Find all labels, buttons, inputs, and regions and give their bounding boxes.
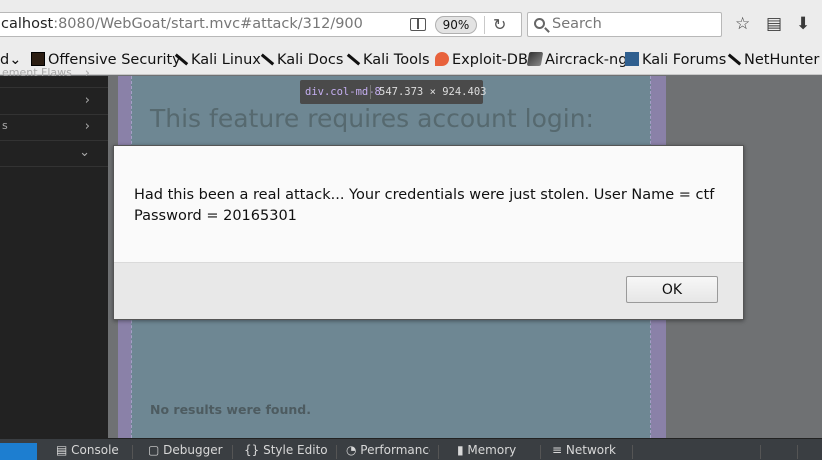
alert-dialog: Had this been a real attack... Your cred… bbox=[113, 145, 744, 320]
search-placeholder: Search bbox=[552, 16, 602, 32]
exploit-db-icon bbox=[435, 52, 449, 66]
lesson-sidebar: ement Flaws › › s › ⌄ bbox=[0, 66, 108, 438]
page-title: This feature requires account login: bbox=[150, 104, 594, 133]
devtools-tab-style-editor[interactable]: {} Style Editor bbox=[240, 443, 328, 460]
no-results-message: No results were found. bbox=[150, 402, 311, 417]
bookmark-aircrack-ng[interactable]: Aircrack-ng bbox=[526, 52, 627, 68]
zoom-level-badge[interactable]: 90% bbox=[435, 16, 477, 34]
search-icon bbox=[534, 18, 545, 29]
inspector-dimensions: 547.373 × 924.403 bbox=[379, 86, 487, 98]
devtools-tab-memory[interactable]: ▮ Memory bbox=[453, 443, 535, 460]
browser-navbar: calhost:8080/WebGoat/start.mvc#attack/31… bbox=[0, 0, 822, 48]
debugger-icon: ▢ bbox=[148, 443, 164, 457]
alert-message: Had this been a real attack... Your cred… bbox=[134, 187, 715, 224]
reading-list-icon[interactable]: ▤ bbox=[766, 15, 782, 33]
url-bar-divider bbox=[484, 16, 485, 34]
inspector-divider bbox=[370, 85, 371, 99]
alert-dialog-body: Had this been a real attack... Your cred… bbox=[114, 146, 743, 263]
bookmark-kali-tools[interactable]: Kali Tools bbox=[346, 52, 430, 68]
bookmark-star-icon[interactable]: ☆ bbox=[735, 15, 750, 33]
devtools-tab-performance[interactable]: ◔ Performance bbox=[342, 443, 430, 460]
devtools-divider bbox=[438, 445, 439, 459]
download-icon[interactable]: ⬇ bbox=[796, 15, 810, 33]
devtools-divider bbox=[540, 445, 541, 459]
console-icon: ▤ bbox=[56, 443, 72, 457]
devtools-divider bbox=[336, 445, 337, 459]
bookmark-exploit-db[interactable]: Exploit-DB bbox=[435, 52, 528, 68]
sidebar-item[interactable]: s › bbox=[0, 115, 108, 141]
aircrack-icon bbox=[526, 52, 544, 66]
devtools-divider bbox=[797, 445, 798, 459]
devtools-divider bbox=[760, 445, 761, 459]
bookmark-kali-forums[interactable]: Kali Forums bbox=[625, 52, 726, 68]
bookmark-kali-docs[interactable]: Kali Docs bbox=[260, 52, 343, 68]
inspector-tooltip: div.col-md-8 547.373 × 924.403 bbox=[300, 80, 487, 104]
devtools-tab-inspector[interactable] bbox=[0, 443, 37, 460]
kali-dragon-icon bbox=[346, 52, 360, 66]
reload-icon[interactable]: ↻ bbox=[493, 17, 506, 33]
kali-dragon-icon bbox=[260, 52, 274, 66]
kali-dragon-icon bbox=[727, 52, 741, 66]
devtools-divider bbox=[232, 445, 233, 459]
sidebar-item[interactable]: ⌄ bbox=[0, 141, 108, 167]
memory-icon: ▮ bbox=[457, 443, 468, 457]
devtools-toolbar: ▤ Console ▢ Debugger {} Style Editor ◔ P… bbox=[0, 438, 822, 460]
chevron-right-icon: › bbox=[84, 66, 90, 81]
chevron-right-icon: › bbox=[84, 93, 90, 108]
devtools-tab-debugger[interactable]: ▢ Debugger bbox=[144, 443, 224, 460]
performance-icon: ◔ bbox=[346, 443, 361, 457]
devtools-divider bbox=[632, 445, 633, 459]
devtools-divider bbox=[132, 445, 133, 459]
chevron-right-icon: › bbox=[84, 119, 90, 134]
devtools-tab-console[interactable]: ▤ Console bbox=[52, 443, 124, 460]
sidebar-item[interactable]: ement Flaws › bbox=[0, 62, 108, 88]
network-icon: ≡ bbox=[552, 443, 566, 457]
kali-dragon-icon bbox=[174, 52, 188, 66]
chevron-down-icon: ⌄ bbox=[79, 145, 90, 160]
bookmarks-toolbar: d⌄ Offensive Security Kali Linux Kali Do… bbox=[0, 48, 822, 75]
kali-forums-icon bbox=[625, 52, 639, 66]
url-bar[interactable]: calhost:8080/WebGoat/start.mvc#attack/31… bbox=[0, 12, 522, 37]
sidebar-item[interactable]: › bbox=[0, 89, 108, 115]
style-editor-icon: {} bbox=[244, 443, 264, 457]
devtools-tab-network[interactable]: ≡ Network bbox=[548, 443, 624, 460]
bookmark-nethunter[interactable]: NetHunter bbox=[727, 52, 819, 68]
ok-button[interactable]: OK bbox=[626, 276, 718, 303]
bookmark-kali-linux[interactable]: Kali Linux bbox=[174, 52, 261, 68]
reader-view-icon[interactable] bbox=[410, 18, 426, 31]
search-bar[interactable]: Search bbox=[527, 12, 722, 37]
url-text[interactable]: calhost:8080/WebGoat/start.mvc#attack/31… bbox=[1, 16, 363, 32]
